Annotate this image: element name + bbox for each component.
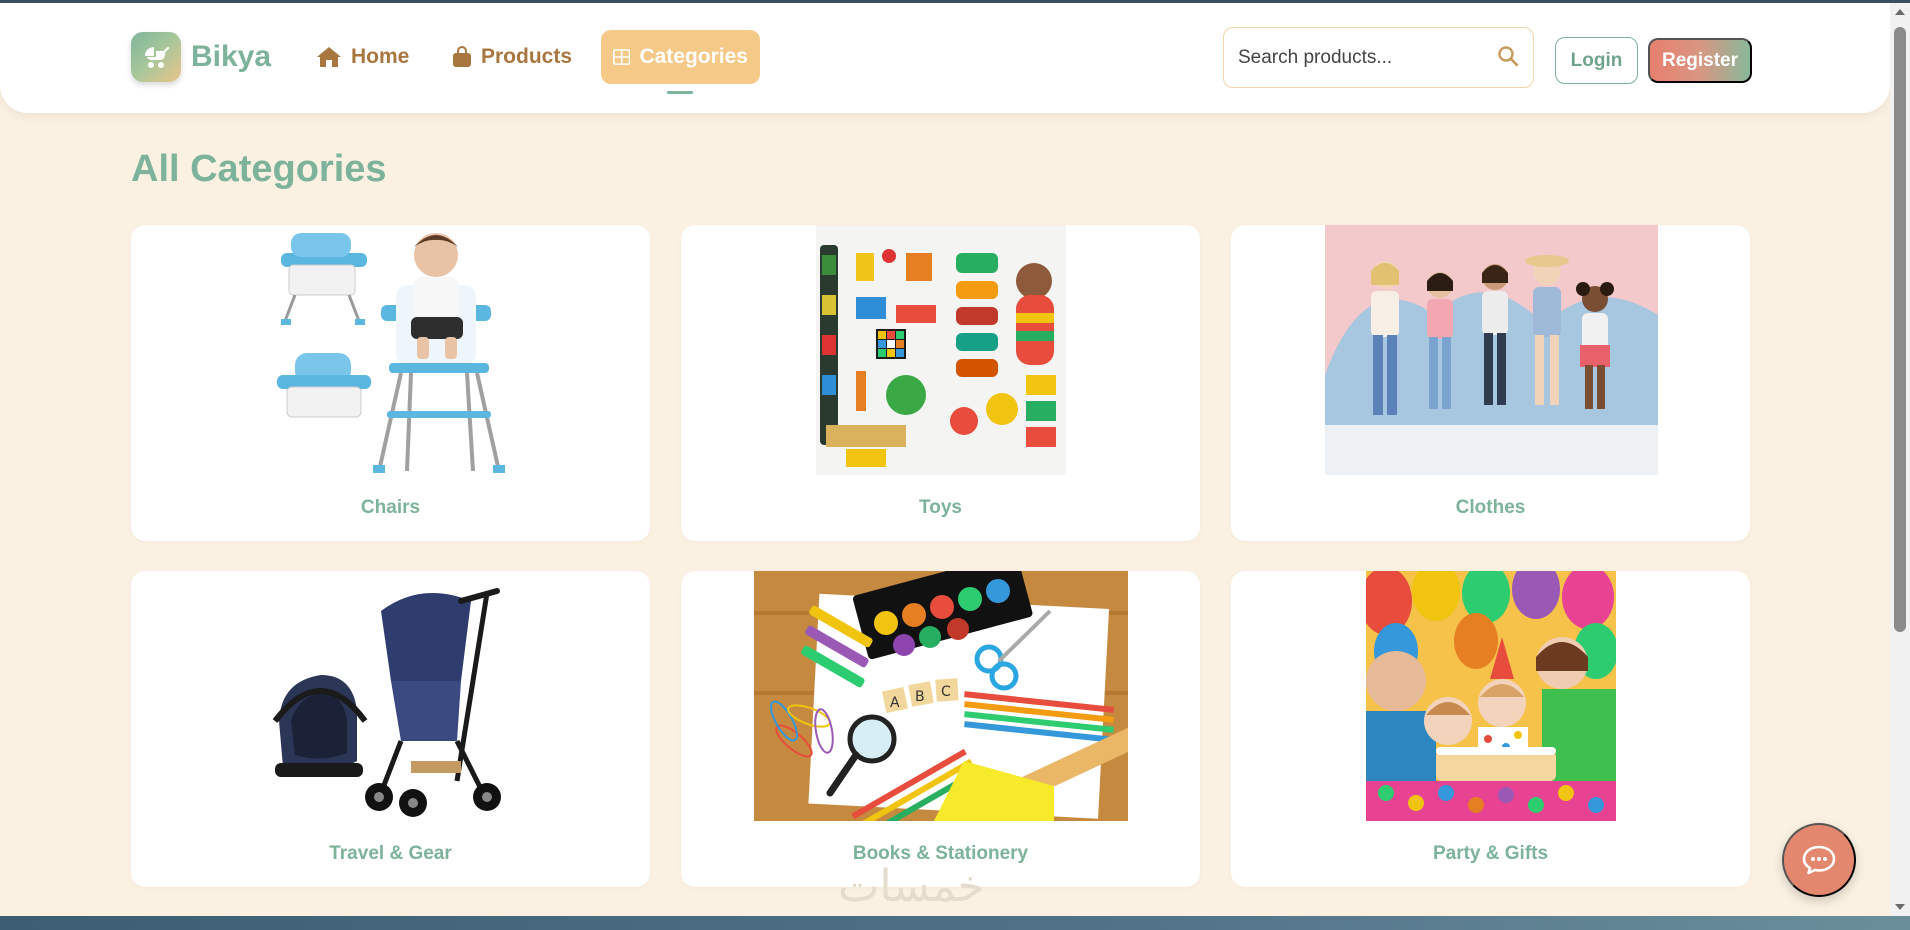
grid-icon [613, 49, 631, 65]
nav-categories-label: Categories [639, 45, 748, 68]
baby-carriage-icon [131, 32, 181, 82]
nav-products[interactable]: Products [440, 30, 584, 84]
vertical-scrollbar[interactable] [1890, 3, 1910, 916]
chat-button[interactable] [1782, 823, 1856, 897]
stationery-photo: A B C [754, 571, 1128, 821]
taskbar-strip [0, 916, 1910, 930]
svg-text:C: C [941, 684, 951, 700]
high-chairs-photo [261, 225, 521, 475]
nav-home-label: Home [351, 45, 410, 68]
register-button[interactable]: Register [1648, 38, 1752, 83]
login-button[interactable]: Login [1555, 37, 1638, 84]
category-label: Toys [919, 497, 962, 518]
search-input[interactable] [1238, 46, 1497, 69]
category-card-books-stationery[interactable]: A B C Books & Stationery [681, 571, 1200, 887]
nav-products-label: Products [481, 45, 573, 68]
page: Bikya Home Products Categories Search pr… [0, 3, 1890, 916]
svg-text:B: B [915, 689, 925, 705]
birthday-party-photo [1366, 571, 1616, 821]
nav-categories[interactable]: Categories [601, 30, 760, 84]
category-label: Clothes [1455, 497, 1526, 518]
scroll-up-arrow-icon[interactable] [1895, 9, 1905, 15]
site-header: Bikya Home Products Categories Search pr… [0, 3, 1890, 113]
category-label: Travel & Gear [329, 843, 452, 864]
stroller-carseat-photo [261, 571, 521, 821]
brand-logo[interactable]: Bikya [131, 32, 271, 82]
search-icon[interactable] [1497, 45, 1519, 71]
scroll-down-arrow-icon[interactable] [1895, 904, 1905, 910]
active-tab-indicator [667, 91, 693, 94]
brand-name: Bikya [191, 40, 272, 73]
nav-home[interactable]: Home [304, 30, 421, 84]
category-label: Chairs [360, 497, 421, 518]
shopping-bag-icon [453, 46, 471, 67]
category-card-toys[interactable]: Toys [681, 225, 1200, 541]
category-card-clothes[interactable]: Clothes [1231, 225, 1750, 541]
category-card-travel-gear[interactable]: Travel & Gear [131, 571, 650, 887]
svg-text:A: A [890, 695, 900, 711]
category-card-party-gifts[interactable]: Party & Gifts [1231, 571, 1750, 887]
chat-bubble-icon [1802, 845, 1836, 875]
toys-flatlay-photo [816, 225, 1066, 475]
kids-clothes-photo [1325, 225, 1658, 475]
scroll-thumb[interactable] [1894, 27, 1906, 632]
watermark-logo: خمسات [838, 861, 985, 912]
category-card-chairs[interactable]: Chairs [131, 225, 650, 541]
house-icon [317, 47, 341, 67]
search-box [1223, 27, 1534, 88]
page-title: All Categories [131, 148, 387, 190]
category-label: Party & Gifts [1432, 843, 1549, 864]
